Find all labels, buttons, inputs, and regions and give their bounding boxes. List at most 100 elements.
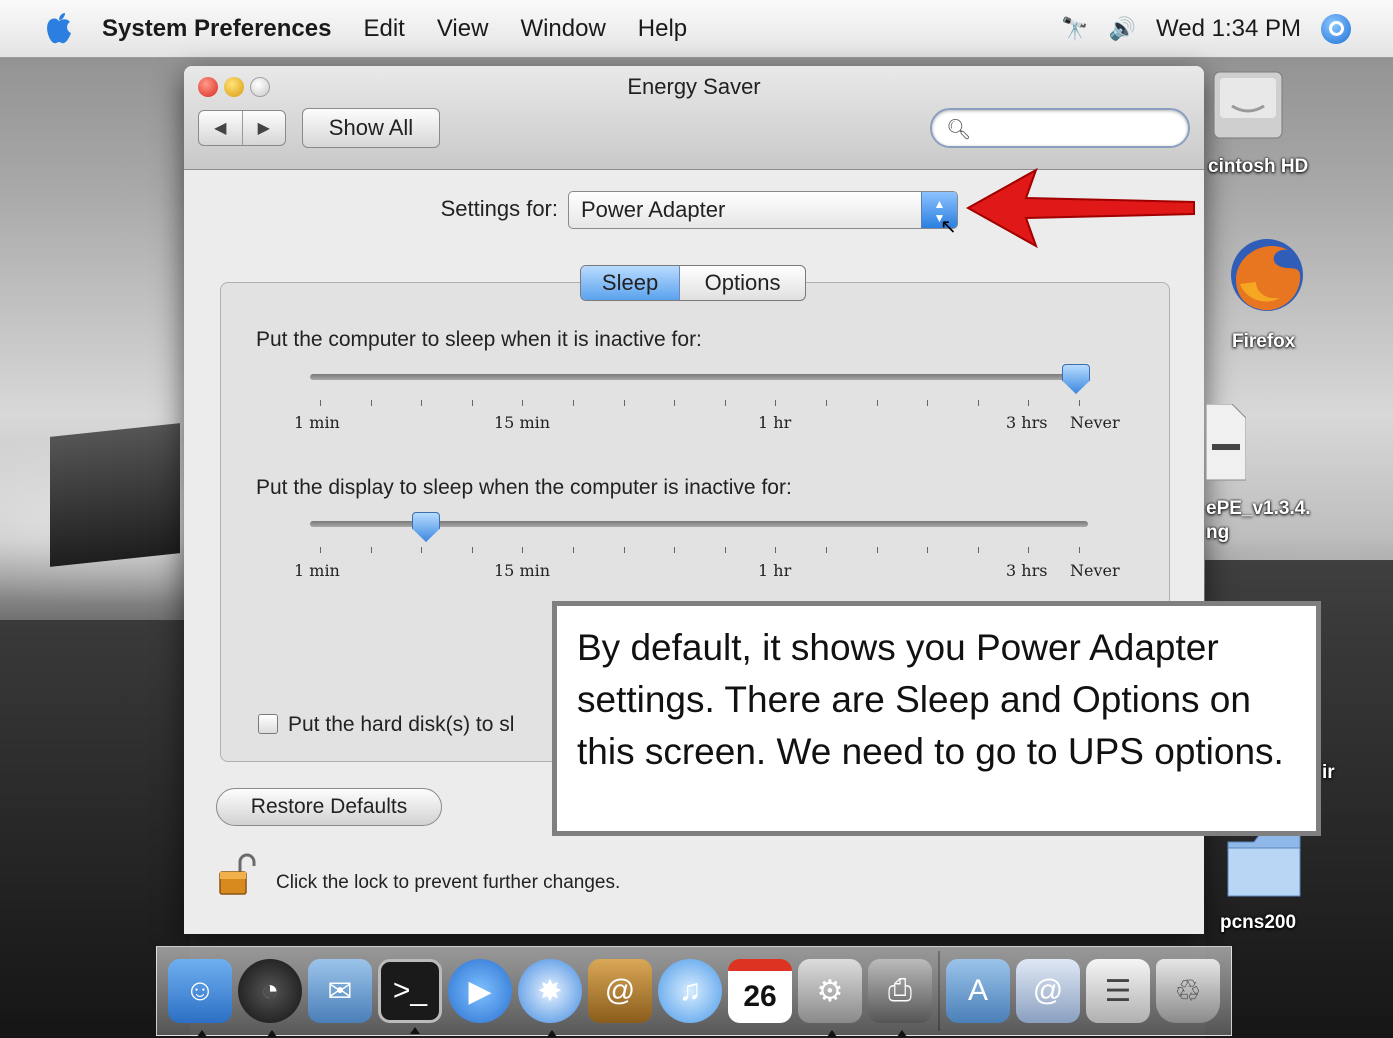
slider-tick — [775, 547, 777, 553]
slider-tick — [320, 400, 321, 406]
volume-icon[interactable]: 🔊 — [1109, 16, 1136, 42]
red-arrow-annotation — [966, 168, 1195, 248]
tick-label: Never — [1070, 561, 1120, 580]
printer-icon[interactable]: ⎙ — [868, 959, 932, 1037]
tab-options[interactable]: Options — [680, 266, 805, 300]
computer-sleep-slider[interactable] — [310, 374, 1088, 380]
window-toolbar: Energy Saver ◀ ▶ Show All 🔍︎ — [184, 66, 1204, 170]
hard-disk-sleep-label: Put the hard disk(s) to sl — [288, 713, 515, 736]
forward-button[interactable]: ▶ — [243, 111, 286, 145]
address-book-icon[interactable]: @ — [588, 959, 652, 1023]
search-icon: 🔍︎ — [946, 119, 972, 141]
settings-for-label: Settings for: — [440, 196, 558, 221]
slider-tick — [927, 400, 929, 406]
desktop-icon-label[interactable]: ng — [1206, 522, 1229, 544]
documents-icon[interactable]: ☰ — [1086, 959, 1150, 1023]
computer-sleep-label: Put the computer to sleep when it is ina… — [256, 328, 702, 351]
slider-tick — [370, 547, 372, 553]
tick-label: 3 hrs — [1006, 413, 1048, 432]
ical-day: 26 — [743, 980, 777, 1013]
settings-for-value: Power Adapter — [581, 197, 726, 222]
slider-tick — [826, 400, 827, 406]
slider-tick — [977, 400, 979, 406]
slider-tick — [775, 400, 777, 406]
trash-icon[interactable]: ♲ — [1156, 959, 1220, 1023]
display-sleep-label: Put the display to sleep when the comput… — [256, 476, 792, 499]
ichat-icon[interactable]: ▶ — [448, 959, 512, 1023]
desktop-icon-label[interactable]: ePE_v1.3.4. — [1206, 498, 1311, 520]
dock: ☺ ◔ ✉ >_ ▶ ✸ @ ♫ 26 ⚙ ⎙ A @ ☰ ♲ — [156, 946, 1232, 1037]
slider-tick — [370, 400, 372, 406]
mouse-pointer-icon: ↖ — [940, 216, 957, 238]
firefox-icon[interactable] — [1226, 234, 1308, 316]
lock-icon[interactable] — [218, 852, 256, 896]
binoculars-icon[interactable]: 🔭 — [1061, 16, 1088, 42]
show-all-button[interactable]: Show All — [302, 108, 440, 148]
slider-tick — [421, 547, 423, 553]
slider-tick — [927, 547, 929, 553]
slider-tick — [674, 400, 676, 406]
dock-separator — [938, 951, 940, 1031]
finder-icon[interactable]: ☺ — [168, 959, 232, 1037]
slider-tick — [876, 400, 878, 406]
tick-label: 1 hr — [758, 561, 792, 580]
slider-tick — [320, 547, 321, 553]
spotlight-icon[interactable] — [1321, 14, 1351, 44]
menu-help[interactable]: Help — [638, 15, 687, 43]
slider-tick — [1028, 400, 1030, 406]
desktop-icon-label[interactable]: ir — [1322, 762, 1335, 784]
itunes-icon[interactable]: ♫ — [658, 959, 722, 1023]
slider-tick — [623, 400, 625, 406]
slider-tick — [573, 400, 574, 406]
menu-bar: System Preferences Edit View Window Help… — [0, 0, 1393, 58]
restore-defaults-button[interactable]: Restore Defaults — [216, 788, 442, 826]
menu-window[interactable]: Window — [520, 15, 605, 43]
folder-icon[interactable] — [1226, 832, 1302, 898]
tick-label: 15 min — [494, 413, 551, 432]
apple-icon[interactable] — [44, 12, 74, 46]
menu-edit[interactable]: Edit — [363, 15, 404, 43]
tick-label: 3 hrs — [1006, 561, 1048, 580]
desktop-icon-label[interactable]: cintosh HD — [1208, 156, 1308, 178]
document-icon[interactable] — [1206, 404, 1246, 484]
menu-view[interactable]: View — [437, 15, 489, 43]
slider-tick — [623, 547, 625, 553]
tick-label: 15 min — [494, 561, 551, 580]
settings-for-popup[interactable]: Power Adapter ▲ ▼ — [568, 191, 958, 229]
slider-tick — [522, 547, 524, 553]
slider-tick — [522, 400, 524, 406]
tab-control: Sleep Options — [580, 265, 806, 301]
slider-tick — [876, 547, 878, 553]
menu-clock[interactable]: Wed 1:34 PM — [1156, 15, 1301, 43]
system-preferences-icon[interactable]: ⚙ — [798, 959, 862, 1037]
terminal-icon[interactable]: >_ — [378, 959, 442, 1034]
slider-tick — [724, 547, 726, 553]
tick-label: 1 min — [294, 561, 340, 580]
desktop-icon-label[interactable]: pcns200 — [1220, 912, 1296, 934]
hard-drive-icon[interactable] — [1210, 66, 1286, 146]
safari-icon[interactable]: ✸ — [518, 959, 582, 1037]
slider-tick — [421, 400, 423, 406]
menu-system-preferences[interactable]: System Preferences — [102, 15, 331, 43]
dashboard-icon[interactable]: ◔ — [238, 959, 302, 1037]
applications-icon[interactable]: A — [946, 959, 1010, 1023]
slider-tick — [471, 547, 473, 553]
tick-label: 1 hr — [758, 413, 792, 432]
mail-icon[interactable]: ✉ — [308, 959, 372, 1023]
slider-tick — [724, 400, 726, 406]
back-button[interactable]: ◀ — [199, 111, 243, 145]
search-field[interactable]: 🔍︎ — [930, 108, 1190, 148]
ical-icon[interactable]: 26 — [728, 959, 792, 1023]
tab-sleep[interactable]: Sleep — [581, 266, 681, 300]
slider-tick — [826, 547, 827, 553]
internet-icon[interactable]: @ — [1016, 959, 1080, 1023]
tick-label: 1 min — [294, 413, 340, 432]
tick-label: Never — [1070, 413, 1120, 432]
slider-tick — [573, 547, 574, 553]
window-title: Energy Saver — [627, 74, 761, 99]
desktop-icon-label[interactable]: Firefox — [1232, 331, 1295, 353]
display-sleep-ticks — [320, 547, 1080, 553]
rock-formation — [50, 423, 180, 567]
callout-box: By default, it shows you Power Adapter s… — [552, 601, 1321, 836]
hard-disk-sleep-checkbox[interactable] — [258, 714, 278, 734]
